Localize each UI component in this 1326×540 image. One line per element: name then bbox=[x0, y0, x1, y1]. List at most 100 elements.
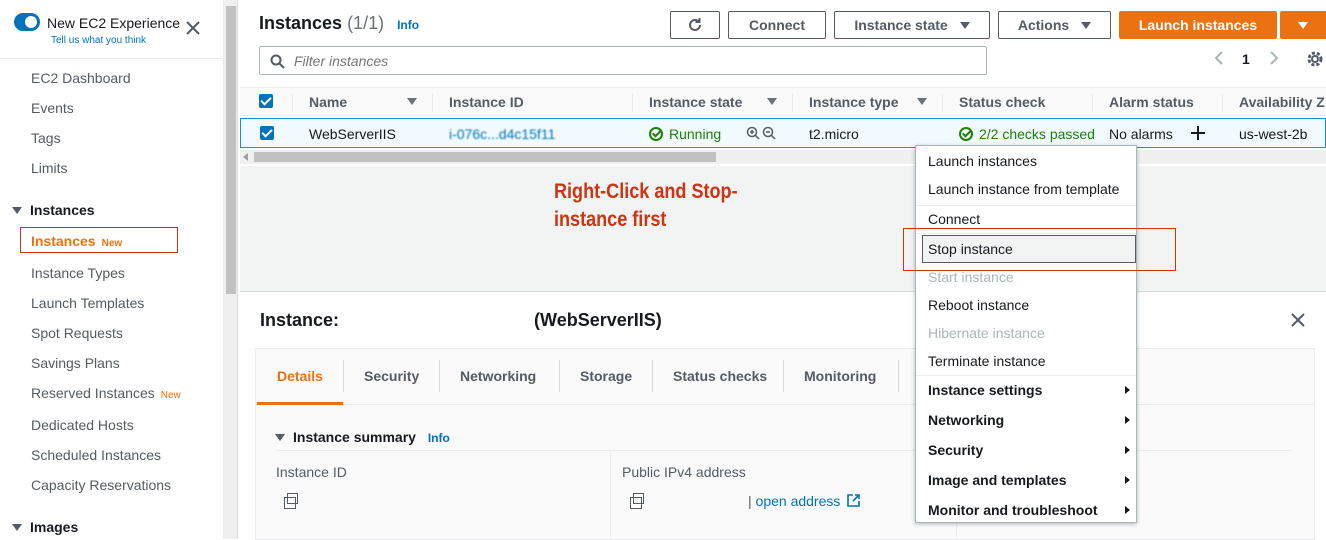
new-experience-toggle[interactable] bbox=[14, 13, 40, 31]
launch-dropdown-button[interactable] bbox=[1280, 11, 1326, 39]
sidebar-item-dedicated-hosts[interactable]: Dedicated Hosts bbox=[31, 417, 134, 433]
cell-alarm-status: No alarms bbox=[1109, 126, 1173, 142]
sort-icon[interactable] bbox=[767, 98, 777, 105]
close-panel-icon[interactable] bbox=[1290, 312, 1306, 328]
sidebar-item-capacity-reservations[interactable]: Capacity Reservations bbox=[31, 477, 171, 493]
page-title: Instances (1/1) Info bbox=[259, 13, 420, 33]
cell-name: WebServerIIS bbox=[309, 126, 396, 142]
menu-item-start-instance: Start instance bbox=[928, 269, 1014, 285]
sidebar-item-launch-templates[interactable]: Launch Templates bbox=[31, 295, 144, 311]
annotation-text: Right-Click and Stop-instance first bbox=[554, 180, 738, 231]
tab-monitoring[interactable]: Monitoring bbox=[804, 368, 876, 384]
column-header-instance-type[interactable]: Instance type bbox=[809, 94, 898, 110]
sidebar-item-savings-plans[interactable]: Savings Plans bbox=[31, 355, 120, 371]
sort-icon[interactable] bbox=[407, 98, 417, 105]
tab-divider bbox=[783, 360, 784, 392]
next-page-icon[interactable] bbox=[1268, 50, 1280, 66]
page-number[interactable]: 1 bbox=[1242, 51, 1250, 67]
tab-divider bbox=[343, 360, 344, 392]
copy-icon[interactable] bbox=[630, 493, 644, 509]
connect-button[interactable]: Connect bbox=[728, 11, 826, 39]
menu-item-connect[interactable]: Connect bbox=[928, 211, 980, 227]
menu-item-reboot-instance[interactable]: Reboot instance bbox=[928, 297, 1029, 313]
filter-box[interactable] bbox=[259, 46, 987, 75]
scrollbar-thumb[interactable] bbox=[226, 6, 236, 294]
filter-input[interactable] bbox=[294, 53, 894, 69]
menu-item-launch-from-template[interactable]: Launch instance from template bbox=[928, 181, 1119, 197]
submenu-arrow-icon bbox=[1125, 416, 1130, 424]
summary-divider bbox=[275, 450, 1293, 451]
active-tab-indicator bbox=[257, 402, 343, 405]
settings-gear-icon[interactable] bbox=[1306, 50, 1324, 68]
table-horizontal-scrollbar[interactable] bbox=[240, 150, 1326, 164]
sidebar-section-instances[interactable]: Instances bbox=[12, 202, 95, 218]
column-divider bbox=[632, 94, 633, 112]
sidebar: New EC2 Experience Tell us what you thin… bbox=[0, 0, 224, 539]
instance-summary-header[interactable]: Instance summary Info bbox=[275, 429, 450, 445]
scrollbar-thumb[interactable] bbox=[254, 152, 716, 162]
collapse-icon bbox=[12, 524, 22, 531]
menu-item-launch-instances[interactable]: Launch instances bbox=[928, 153, 1037, 169]
tab-status-checks[interactable]: Status checks bbox=[673, 368, 767, 384]
table-row[interactable]: WebServerIIS i-076c...d4c15f11 Running t… bbox=[240, 118, 1326, 148]
menu-item-image-and-templates[interactable]: Image and templates bbox=[928, 472, 1067, 488]
prev-page-icon[interactable] bbox=[1213, 50, 1225, 66]
zoom-icons[interactable] bbox=[746, 126, 780, 142]
column-divider bbox=[792, 94, 793, 112]
public-ipv4-label: Public IPv4 address bbox=[622, 464, 746, 480]
submenu-arrow-icon bbox=[1125, 506, 1130, 514]
sidebar-section-images[interactable]: Images bbox=[12, 519, 78, 535]
sidebar-item-instances[interactable]: Instances New bbox=[31, 233, 122, 249]
actions-button[interactable]: Actions bbox=[998, 11, 1111, 39]
divider bbox=[0, 58, 222, 59]
cell-instance-state: Running bbox=[649, 126, 721, 142]
launch-instances-button[interactable]: Launch instances bbox=[1119, 11, 1277, 39]
select-all-checkbox[interactable] bbox=[259, 94, 273, 108]
sidebar-item-scheduled-instances[interactable]: Scheduled Instances bbox=[31, 447, 161, 463]
info-link[interactable]: Info bbox=[397, 18, 419, 32]
menu-item-security[interactable]: Security bbox=[928, 442, 983, 458]
close-icon[interactable] bbox=[185, 20, 201, 36]
tab-security[interactable]: Security bbox=[364, 368, 419, 384]
row-checkbox[interactable] bbox=[260, 126, 274, 140]
sidebar-item-tags[interactable]: Tags bbox=[31, 130, 61, 146]
column-header-instance-id[interactable]: Instance ID bbox=[449, 94, 524, 110]
details-panel: Instance: (WebServerIIS) Details Securit… bbox=[240, 291, 1326, 540]
sidebar-scrollbar[interactable] bbox=[224, 0, 238, 539]
caret-down-icon bbox=[1081, 22, 1092, 29]
cell-instance-id[interactable]: i-076c...d4c15f11 bbox=[449, 126, 555, 142]
tab-storage[interactable]: Storage bbox=[580, 368, 632, 384]
tab-networking[interactable]: Networking bbox=[460, 368, 536, 384]
column-header-instance-state[interactable]: Instance state bbox=[649, 94, 742, 110]
column-header-name[interactable]: Name bbox=[309, 94, 347, 110]
add-alarm-icon[interactable] bbox=[1191, 126, 1205, 140]
sort-icon[interactable] bbox=[917, 98, 927, 105]
menu-item-terminate-instance[interactable]: Terminate instance bbox=[928, 353, 1046, 369]
sidebar-item-spot-requests[interactable]: Spot Requests bbox=[31, 325, 123, 341]
sidebar-item-events[interactable]: Events bbox=[31, 100, 74, 116]
collapse-icon bbox=[12, 207, 22, 214]
instance-state-button[interactable]: Instance state bbox=[834, 11, 990, 39]
refresh-button[interactable] bbox=[670, 11, 720, 39]
column-header-status-check[interactable]: Status check bbox=[959, 94, 1045, 110]
sidebar-item-ec2-dashboard[interactable]: EC2 Dashboard bbox=[31, 70, 131, 86]
menu-item-instance-settings[interactable]: Instance settings bbox=[928, 382, 1042, 398]
details-title: Instance: (WebServerIIS) bbox=[260, 310, 662, 330]
feedback-link[interactable]: Tell us what you think bbox=[51, 35, 146, 46]
column-divider bbox=[942, 94, 943, 112]
sidebar-item-limits[interactable]: Limits bbox=[31, 160, 68, 176]
sidebar-item-reserved-instances[interactable]: Reserved Instances New bbox=[31, 385, 181, 401]
sidebar-item-instance-types[interactable]: Instance Types bbox=[31, 265, 125, 281]
info-link[interactable]: Info bbox=[428, 431, 450, 445]
open-address-link[interactable]: | open address bbox=[748, 493, 861, 509]
menu-item-monitor-and-troubleshoot[interactable]: Monitor and troubleshoot bbox=[928, 502, 1098, 518]
cell-status-check: 2/2 checks passed bbox=[959, 126, 1095, 142]
menu-item-networking[interactable]: Networking bbox=[928, 412, 1004, 428]
copy-icon[interactable] bbox=[284, 493, 298, 509]
scroll-left-arrow-icon[interactable] bbox=[243, 153, 248, 161]
table-header: Name Instance ID Instance state Instance… bbox=[240, 87, 1326, 116]
column-header-alarm-status[interactable]: Alarm status bbox=[1109, 94, 1194, 110]
context-menu: Launch instances Launch instance from te… bbox=[915, 145, 1137, 523]
tab-details[interactable]: Details bbox=[277, 368, 323, 384]
column-header-availability-zone[interactable]: Availability Z bbox=[1239, 94, 1325, 110]
